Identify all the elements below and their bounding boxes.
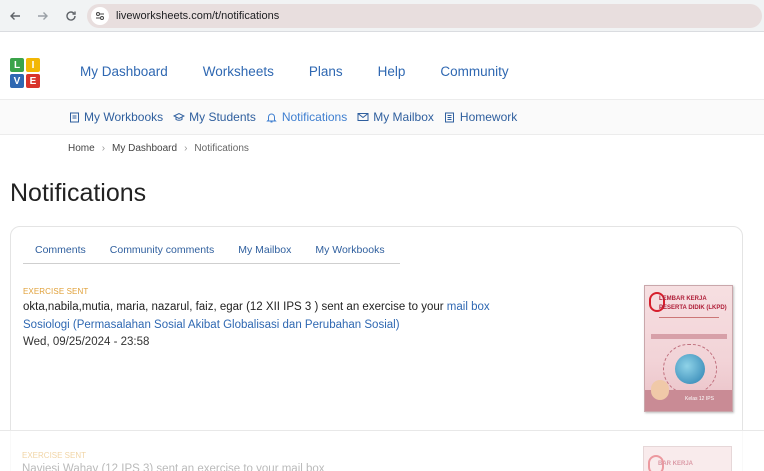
chevron-right-icon: › <box>101 143 106 154</box>
breadcrumb-home[interactable]: Home <box>68 143 95 154</box>
arrow-left-icon[interactable] <box>2 3 28 29</box>
notification-date: Wed, 09/25/2024 - 23:58 <box>23 336 150 348</box>
tab-my-mailbox[interactable]: My Mailbox <box>238 244 291 263</box>
workbook-icon <box>68 111 80 123</box>
thumbnail-title-line1: LEMBAR KERJA <box>659 296 707 302</box>
logo-letter-l: L <box>10 58 24 72</box>
nav-help[interactable]: Help <box>378 64 406 79</box>
thumbnail-divider <box>659 317 719 325</box>
breadcrumb: Home › My Dashboard › Notifications <box>68 143 249 154</box>
tab-community-comments[interactable]: Community comments <box>110 244 214 263</box>
breadcrumb-my-dashboard[interactable]: My Dashboard <box>112 143 177 154</box>
nav-plans[interactable]: Plans <box>309 64 343 79</box>
worksheet-thumbnail-2[interactable]: BAR KERJA <box>643 446 732 471</box>
homework-icon <box>444 111 456 123</box>
subnav-my-students[interactable]: My Students <box>173 110 256 124</box>
subnav-my-workbooks[interactable]: My Workbooks <box>68 110 163 124</box>
worksheet-thumbnail[interactable]: LEMBAR KERJA PESERTA DIDIK (LKPD) Kelas … <box>644 285 733 412</box>
notification2-text: Naviesi Wahay (12 IPS 3) sent an exercis… <box>22 463 325 471</box>
envelope-icon <box>357 111 369 123</box>
live-logo[interactable]: L I V E <box>10 58 40 88</box>
main-nav: My Dashboard Worksheets Plans Help Commu… <box>80 64 544 79</box>
notification-tabs: Comments Community comments My Mailbox M… <box>23 244 400 264</box>
thumbnail-band <box>651 334 727 339</box>
nav-my-dashboard[interactable]: My Dashboard <box>80 64 168 79</box>
nav-worksheets[interactable]: Worksheets <box>203 64 274 79</box>
subnav-my-mailbox-label: My Mailbox <box>373 110 434 124</box>
nav-community[interactable]: Community <box>440 64 508 79</box>
mailbox-link[interactable]: mail box <box>447 301 490 313</box>
tab-comments[interactable]: Comments <box>35 244 86 263</box>
breadcrumb-current: Notifications <box>194 143 249 154</box>
browser-toolbar: liveworksheets.com/t/notifications <box>0 0 764 32</box>
bell-icon <box>266 111 278 123</box>
thumbnail-title-line2: PESERTA DIDIK (LKPD) <box>659 305 727 311</box>
subnav-my-workbooks-label: My Workbooks <box>84 110 164 124</box>
notification-text-body: okta,nabila,mutia, maria, nazarul, faiz,… <box>23 301 447 313</box>
subnav-homework-label: Homework <box>459 110 518 124</box>
url-text: liveworksheets.com/t/notifications <box>116 10 280 22</box>
subnav-notifications[interactable]: Notifications <box>266 110 347 124</box>
logo-letter-v: V <box>10 74 24 88</box>
subnav-homework[interactable]: Homework <box>444 110 517 124</box>
logo-letter-e: E <box>26 74 40 88</box>
address-bar[interactable]: liveworksheets.com/t/notifications <box>87 4 762 28</box>
thumbnail2-title: BAR KERJA <box>658 461 694 467</box>
notification-type: EXERCISE SENT <box>23 287 89 296</box>
reload-icon[interactable] <box>58 3 84 29</box>
subnav-my-students-label: My Students <box>189 110 256 124</box>
site-settings-icon[interactable] <box>91 7 109 25</box>
page-title: Notifications <box>10 179 147 207</box>
chevron-right-icon: › <box>184 143 188 154</box>
thumbnail-caption: Kelas 12 IPS <box>685 396 714 402</box>
notification2-type: EXERCISE SENT <box>22 451 87 460</box>
dashboard-subnav: My Workbooks My Students Notifications M… <box>0 99 764 135</box>
subnav-my-mailbox[interactable]: My Mailbox <box>357 110 434 124</box>
globe-illustration <box>675 354 705 384</box>
notification-text: okta,nabila,mutia, maria, nazarul, faiz,… <box>23 301 490 313</box>
subnav-notifications-label: Notifications <box>281 110 348 124</box>
tab-my-workbooks[interactable]: My Workbooks <box>315 244 384 263</box>
arrow-right-icon[interactable] <box>30 3 56 29</box>
worksheet-title-link[interactable]: Sosiologi (Permasalahan Sosial Akibat Gl… <box>23 319 400 331</box>
logo-letter-i: I <box>26 58 40 72</box>
thumbnail-face-illustration <box>651 380 669 400</box>
graduation-cap-icon <box>173 111 186 123</box>
